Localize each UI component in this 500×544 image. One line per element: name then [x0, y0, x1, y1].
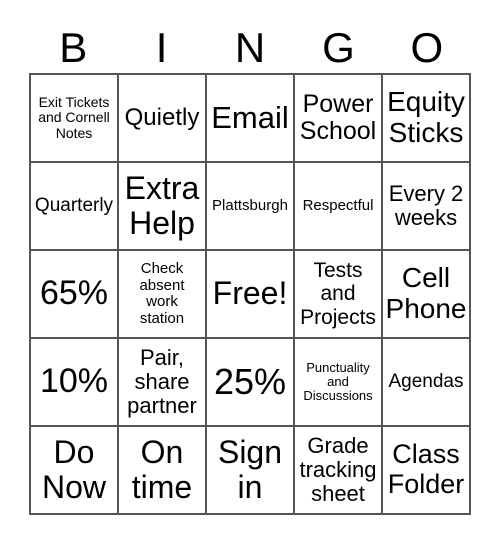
- cell-text-line: 10%: [39, 362, 109, 401]
- cell-text-line: Tests: [313, 259, 363, 283]
- cell-text-line: work: [146, 293, 178, 310]
- bingo-cell[interactable]: Grade tracking sheet: [294, 426, 382, 514]
- cell-text-line: Notes: [55, 124, 93, 141]
- bingo-cell[interactable]: Plattsburgh: [206, 162, 294, 250]
- bingo-cell[interactable]: On time: [118, 426, 206, 514]
- bingo-cell[interactable]: Cell Phone: [382, 250, 470, 338]
- cell-text-line: Punctuality: [306, 359, 370, 375]
- cell-text-line: Power: [302, 89, 374, 118]
- cell-text-line: Every 2: [388, 180, 464, 206]
- bingo-cell[interactable]: Quietly: [118, 74, 206, 162]
- cell-text-line: Folder: [387, 469, 465, 499]
- bingo-cell[interactable]: Respectful: [294, 162, 382, 250]
- bingo-grid: Exit Tickets and Cornell Notes Quietly Email…: [29, 73, 471, 515]
- cell-text-line: Class: [392, 439, 460, 470]
- cell-text-line: Check: [140, 260, 184, 277]
- bingo-cell[interactable]: Power School: [294, 74, 382, 162]
- header-letter-o: O: [410, 24, 444, 71]
- cell-text-line: School: [299, 117, 377, 145]
- cell-text-line: Exit Tickets: [38, 93, 110, 110]
- cell-text-line: station: [139, 309, 185, 327]
- header-letter-b: B: [59, 24, 88, 71]
- cell-text-line: weeks: [394, 205, 458, 230]
- cell-text-line: share: [134, 368, 190, 394]
- bingo-cell[interactable]: 65%: [30, 250, 118, 338]
- cell-text-line: Discussions: [303, 388, 373, 404]
- bingo-cell[interactable]: Email: [206, 74, 294, 162]
- bingo-cell[interactable]: Sign in: [206, 426, 294, 514]
- cell-text-line: Quietly: [124, 103, 200, 131]
- cell-text-line: 25%: [213, 361, 287, 403]
- cell-text-line: Phone: [385, 293, 467, 324]
- header-letter-n: N: [234, 24, 266, 71]
- bingo-cell[interactable]: 10%: [30, 338, 118, 426]
- cell-text-line: absent: [139, 276, 185, 294]
- cell-text-line: and: [320, 282, 356, 306]
- bingo-cell[interactable]: Pair, share partner: [118, 338, 206, 426]
- bingo-cell[interactable]: 25%: [206, 338, 294, 426]
- bingo-cell[interactable]: Every 2 weeks: [382, 162, 470, 250]
- bingo-header: B I N G O: [29, 22, 471, 74]
- cell-text-line: Cell: [401, 262, 451, 294]
- cell-text-line: Do: [53, 433, 95, 470]
- cell-text-line: Help: [129, 205, 195, 241]
- cell-text-line: tracking: [299, 456, 377, 482]
- cell-text-line: and: [327, 373, 349, 389]
- bingo-cell[interactable]: Exit Tickets and Cornell Notes: [30, 74, 118, 162]
- bingo-cell[interactable]: Agendas: [382, 338, 470, 426]
- cell-text-line: Agendas: [388, 370, 464, 392]
- cell-text-line: Quarterly: [34, 194, 114, 216]
- cell-text-line: in: [237, 469, 263, 505]
- cell-text-line: 65%: [39, 274, 109, 313]
- header-letter-i: I: [155, 24, 168, 71]
- header-letter-g: G: [322, 24, 355, 71]
- cell-text-line: Sign: [217, 433, 283, 470]
- cell-text-line: time: [131, 469, 193, 505]
- cell-text-line: Plattsburgh: [212, 196, 288, 214]
- cell-text-line: and Cornell: [38, 109, 110, 126]
- bingo-cell[interactable]: Equity Sticks: [382, 74, 470, 162]
- bingo-cell[interactable]: Tests and Projects: [294, 250, 382, 338]
- cell-text-line: sheet: [311, 481, 365, 507]
- cell-text-line: Sticks: [388, 117, 464, 148]
- cell-text-line: On: [140, 433, 184, 470]
- cell-text-line: Now: [41, 469, 106, 505]
- bingo-cell[interactable]: Check absent work station: [118, 250, 206, 338]
- cell-text-line: partner: [127, 393, 197, 419]
- cell-text-line: Free!: [212, 275, 288, 312]
- bingo-cell[interactable]: Quarterly: [30, 162, 118, 250]
- bingo-cell[interactable]: Punctuality and Discussions: [294, 338, 382, 426]
- cell-text-line: Equity: [387, 86, 465, 118]
- bingo-cell[interactable]: Class Folder: [382, 426, 470, 514]
- bingo-cell[interactable]: Free!: [206, 250, 294, 338]
- bingo-cell[interactable]: Extra Help: [118, 162, 206, 250]
- cell-text-line: Projects: [300, 305, 376, 329]
- cell-text-line: Grade: [307, 432, 369, 458]
- bingo-cell[interactable]: Do Now: [30, 426, 118, 514]
- cell-text-line: Extra: [124, 169, 200, 206]
- cell-text-line: Email: [211, 99, 289, 135]
- cell-text-line: Respectful: [302, 196, 374, 214]
- cell-text-line: Pair,: [139, 344, 185, 370]
